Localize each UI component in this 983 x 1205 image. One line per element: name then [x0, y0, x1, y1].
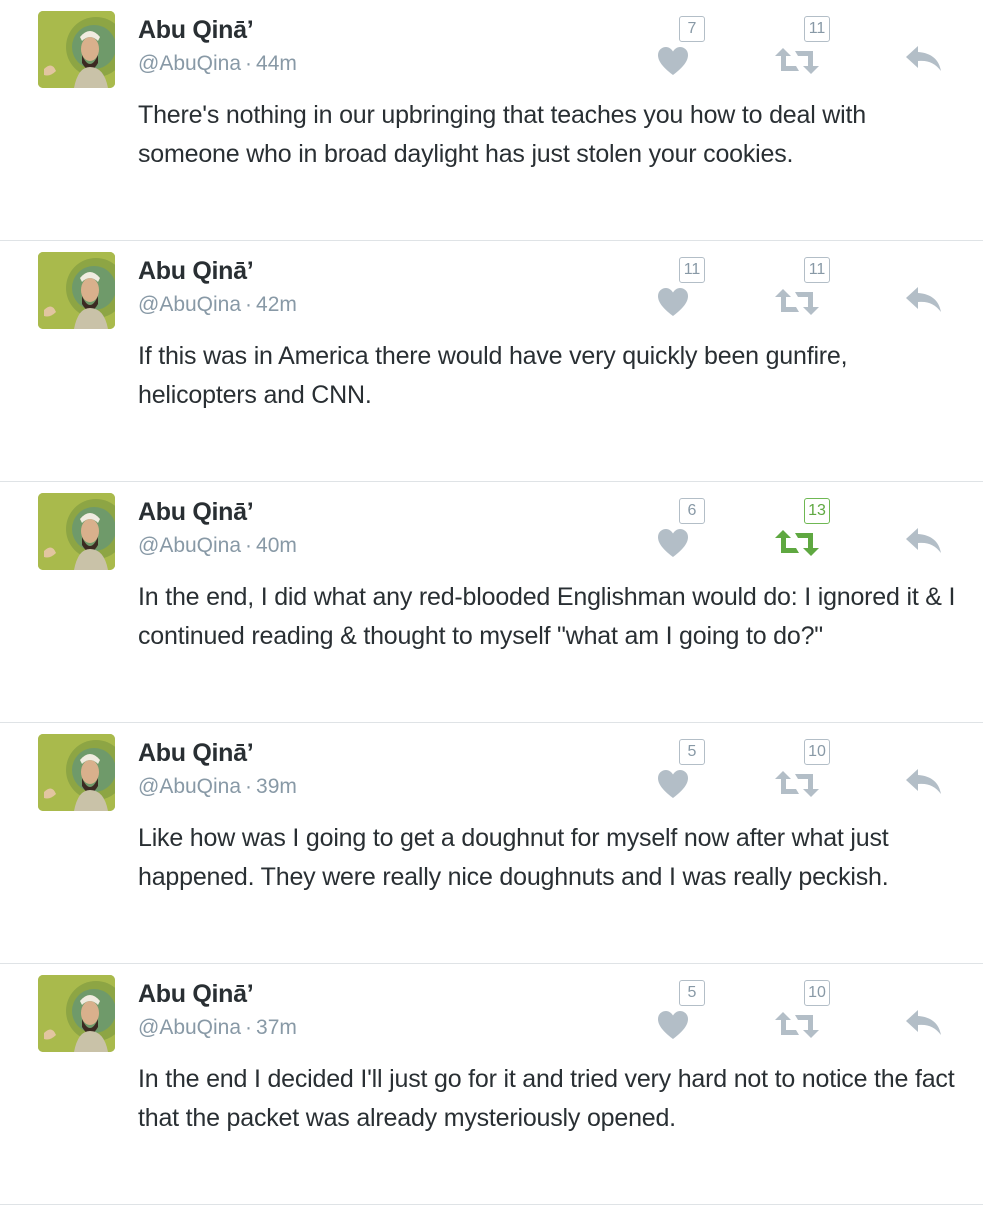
- like-button[interactable]: 5: [655, 980, 707, 1040]
- timeline: Abu Qinā’ @AbuQina · 44m There's nothing i…: [0, 0, 983, 1205]
- retweet-button[interactable]: 11: [770, 16, 832, 76]
- reply-button[interactable]: [904, 1008, 946, 1040]
- author-name[interactable]: Abu Qinā’: [138, 739, 254, 768]
- tweet[interactable]: Abu Qinā’ @AbuQina · 40m In the end, I did…: [0, 482, 983, 723]
- retweet-count: 11: [804, 257, 830, 283]
- timestamp[interactable]: 40m: [256, 534, 297, 557]
- author-name[interactable]: Abu Qinā’: [138, 257, 254, 286]
- timestamp[interactable]: 44m: [256, 52, 297, 75]
- reply-button[interactable]: [904, 767, 946, 799]
- retweet-button[interactable]: 10: [770, 980, 832, 1040]
- retweet-icon: [775, 530, 819, 556]
- retweet-count: 11: [804, 16, 830, 42]
- reply-icon: [906, 46, 941, 71]
- tweet-text: If this was in America there would have …: [138, 342, 848, 409]
- tweet[interactable]: Abu Qinā’ @AbuQina · 44m There's nothing i…: [0, 0, 983, 241]
- like-button[interactable]: 5: [655, 739, 707, 799]
- timestamp[interactable]: 39m: [256, 775, 297, 798]
- tweet-text: There's nothing in our upbringing that t…: [138, 101, 866, 168]
- reply-icon: [906, 287, 941, 312]
- author-name[interactable]: Abu Qinā’: [138, 16, 254, 45]
- author-handle[interactable]: @AbuQina: [138, 1016, 241, 1039]
- avatar[interactable]: [38, 252, 115, 329]
- reply-icon: [906, 1010, 941, 1035]
- tweet-meta: @AbuQina · 44m: [138, 52, 297, 76]
- reply-button[interactable]: [904, 285, 946, 317]
- heart-icon: [658, 288, 688, 316]
- like-count: 6: [679, 498, 705, 524]
- avatar[interactable]: [38, 11, 115, 88]
- meta-separator: ·: [245, 52, 253, 75]
- author-name[interactable]: Abu Qinā’: [138, 498, 254, 527]
- retweet-icon: [775, 48, 819, 74]
- tweet-meta: @AbuQina · 40m: [138, 534, 297, 558]
- like-count: 5: [679, 739, 705, 765]
- tweet[interactable]: Abu Qinā’ @AbuQina · 42m If this was in Am…: [0, 241, 983, 482]
- heart-icon: [658, 770, 688, 798]
- like-button[interactable]: 11: [655, 257, 707, 317]
- like-count: 5: [679, 980, 705, 1006]
- tweet-meta: @AbuQina · 39m: [138, 775, 297, 799]
- heart-icon: [658, 47, 688, 75]
- meta-separator: ·: [245, 775, 253, 798]
- retweet-count: 13: [804, 498, 830, 524]
- meta-separator: ·: [245, 534, 253, 557]
- tweet[interactable]: Abu Qinā’ @AbuQina · 37m In the end I deci…: [0, 964, 983, 1205]
- like-button[interactable]: 6: [655, 498, 707, 558]
- retweet-icon: [775, 771, 819, 797]
- retweet-button[interactable]: 11: [770, 257, 832, 317]
- heart-icon: [658, 529, 688, 557]
- tweet-meta: @AbuQina · 42m: [138, 293, 297, 317]
- avatar[interactable]: [38, 493, 115, 570]
- tweet[interactable]: Abu Qinā’ @AbuQina · 39m Like how was I go…: [0, 723, 983, 964]
- heart-icon: [658, 1011, 688, 1039]
- tweet-meta: @AbuQina · 37m: [138, 1016, 297, 1040]
- timestamp[interactable]: 42m: [256, 293, 297, 316]
- reply-button[interactable]: [904, 44, 946, 76]
- meta-separator: ·: [245, 293, 253, 316]
- author-handle[interactable]: @AbuQina: [138, 775, 241, 798]
- meta-separator: ·: [245, 1016, 253, 1039]
- retweet-count: 10: [804, 980, 830, 1006]
- tweet-text: In the end, I did what any red-blooded E…: [138, 583, 956, 650]
- author-handle[interactable]: @AbuQina: [138, 293, 241, 316]
- retweet-count: 10: [804, 739, 830, 765]
- like-count: 11: [679, 257, 705, 283]
- reply-icon: [906, 769, 941, 794]
- retweet-button[interactable]: 13: [770, 498, 832, 558]
- reply-icon: [906, 528, 941, 553]
- like-button[interactable]: 7: [655, 16, 707, 76]
- like-count: 7: [679, 16, 705, 42]
- author-handle[interactable]: @AbuQina: [138, 52, 241, 75]
- tweet-text: Like how was I going to get a doughnut f…: [138, 824, 889, 891]
- avatar[interactable]: [38, 734, 115, 811]
- avatar[interactable]: [38, 975, 115, 1052]
- retweet-icon: [775, 1012, 819, 1038]
- retweet-button[interactable]: 10: [770, 739, 832, 799]
- author-handle[interactable]: @AbuQina: [138, 534, 241, 557]
- author-name[interactable]: Abu Qinā’: [138, 980, 254, 1009]
- reply-button[interactable]: [904, 526, 946, 558]
- tweet-text: In the end I decided I'll just go for it…: [138, 1065, 955, 1132]
- timestamp[interactable]: 37m: [256, 1016, 297, 1039]
- retweet-icon: [775, 289, 819, 315]
